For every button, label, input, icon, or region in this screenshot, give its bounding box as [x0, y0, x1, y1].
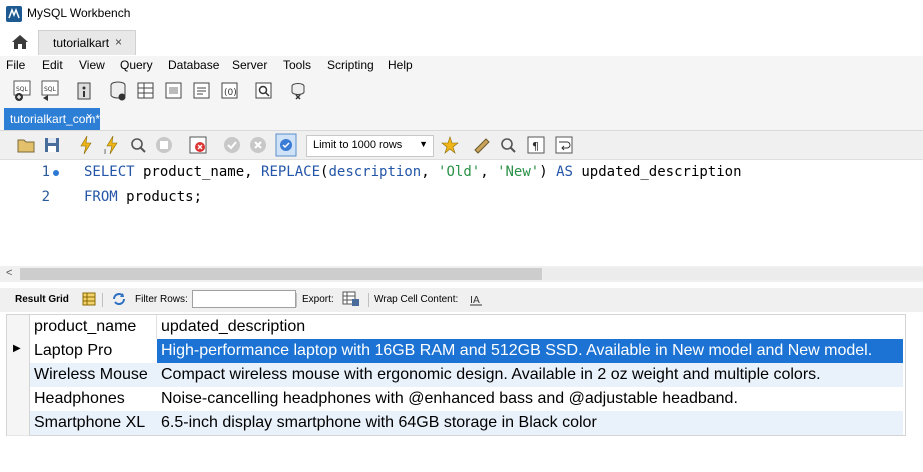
- filter-rows-label: Filter Rows:: [135, 294, 188, 305]
- main-toolbar: SQL SQL (0): [0, 76, 923, 106]
- scrollbar-track[interactable]: [542, 268, 923, 280]
- menu-query[interactable]: Query: [120, 58, 153, 72]
- home-icon[interactable]: [10, 33, 30, 51]
- wrap-cell-icon[interactable]: IA: [469, 292, 483, 306]
- connection-tab-label: tutorialkart: [53, 36, 110, 50]
- result-grid-tab[interactable]: Result Grid: [15, 294, 69, 305]
- execute-icon[interactable]: [76, 134, 96, 156]
- row-header[interactable]: [7, 411, 30, 436]
- connection-tab[interactable]: tutorialkart ×: [38, 30, 136, 55]
- autocommit-icon[interactable]: [275, 133, 297, 157]
- row-header[interactable]: ▶: [7, 339, 30, 364]
- row-header[interactable]: [7, 363, 30, 388]
- filter-rows-input[interactable]: [192, 290, 296, 308]
- window-title: MySQL Workbench: [27, 6, 131, 20]
- table-cell[interactable]: 6.5-inch display smartphone with 64GB st…: [157, 411, 903, 435]
- chevron-down-icon: ▼: [419, 139, 428, 149]
- commit-icon[interactable]: [222, 134, 242, 156]
- wrap-cell-label: Wrap Cell Content:: [374, 294, 459, 305]
- export-icon[interactable]: [342, 291, 360, 307]
- row-header[interactable]: [7, 387, 30, 412]
- invisible-chars-icon[interactable]: ¶: [526, 134, 546, 156]
- table-icon[interactable]: [136, 80, 156, 102]
- editor-horizontal-scrollbar[interactable]: <: [0, 266, 923, 282]
- table-cell-selected[interactable]: High-performance laptop with 16GB RAM an…: [157, 339, 903, 363]
- close-icon[interactable]: ×: [115, 35, 122, 49]
- line-number: 1: [41, 164, 50, 180]
- menu-file[interactable]: File: [6, 58, 25, 72]
- table-cell[interactable]: Laptop Pro: [30, 339, 157, 363]
- open-sql-icon[interactable]: SQL: [40, 80, 60, 102]
- table-cell[interactable]: Compact wireless mouse with ergonomic de…: [157, 363, 903, 387]
- sql-toolbar: I ¶: [0, 131, 923, 160]
- export-label: Export:: [302, 294, 334, 305]
- statement-marker-icon: [53, 170, 59, 176]
- menu-edit[interactable]: Edit: [42, 58, 63, 72]
- new-sql-icon[interactable]: SQL: [12, 80, 32, 102]
- refresh-icon[interactable]: [111, 292, 127, 306]
- rollback-icon[interactable]: [248, 134, 268, 156]
- table-cell[interactable]: Noise-cancelling headphones with @enhanc…: [157, 387, 903, 411]
- column-header-product-name[interactable]: product_name: [30, 315, 157, 339]
- close-icon[interactable]: ×: [86, 111, 92, 123]
- stop-icon[interactable]: [154, 134, 174, 156]
- result-toolbar: Result Grid Filter Rows: Export: Wrap Ce…: [0, 288, 923, 312]
- bookmark-icon[interactable]: [440, 134, 460, 156]
- current-row-icon: ▶: [13, 343, 21, 354]
- explain-icon[interactable]: [128, 134, 148, 156]
- folder-icon[interactable]: [16, 134, 36, 156]
- table-cell[interactable]: Wireless Mouse: [30, 363, 157, 387]
- menu-help[interactable]: Help: [388, 58, 413, 72]
- workbench-icon: [6, 6, 22, 22]
- menu-bar: File Edit View Query Database Server Too…: [0, 56, 923, 76]
- menu-tools[interactable]: Tools: [283, 58, 311, 72]
- procedure-icon[interactable]: [192, 80, 212, 102]
- reconnect-icon[interactable]: [288, 80, 308, 102]
- code-line-2: FROM products;: [84, 189, 203, 205]
- save-icon[interactable]: [42, 134, 62, 156]
- find-icon[interactable]: [498, 134, 518, 156]
- result-grid[interactable]: product_name updated_description ▶ Lapto…: [6, 314, 906, 436]
- scrollbar-thumb[interactable]: [20, 268, 542, 280]
- wrap-icon[interactable]: [554, 134, 574, 156]
- limit-rows-select[interactable]: Limit to 1000 rows ▼: [306, 135, 434, 157]
- menu-server[interactable]: Server: [232, 58, 267, 72]
- scroll-left-icon[interactable]: <: [6, 267, 12, 279]
- info-icon[interactable]: [74, 80, 94, 102]
- svg-text:(0): (0): [224, 88, 237, 98]
- grid-icon[interactable]: [82, 292, 96, 306]
- line-number: 2: [41, 189, 50, 205]
- sql-tab-strip: [0, 106, 923, 131]
- svg-text:IA: IA: [470, 295, 480, 306]
- function-icon[interactable]: (0): [220, 80, 240, 102]
- toggle-icon[interactable]: [188, 134, 208, 156]
- limit-rows-value: Limit to 1000 rows: [313, 139, 403, 151]
- row-header: [7, 315, 30, 340]
- code-line-1: SELECT product_name, REPLACE(description…: [84, 164, 742, 180]
- svg-text:¶: ¶: [532, 140, 539, 153]
- sql-editor[interactable]: 1 SELECT product_name, REPLACE(descripti…: [0, 160, 923, 266]
- table-cell[interactable]: Headphones: [30, 387, 157, 411]
- view-icon[interactable]: [164, 80, 184, 102]
- db-icon[interactable]: [108, 80, 128, 102]
- menu-view[interactable]: View: [79, 58, 105, 72]
- brush-icon[interactable]: [472, 134, 492, 156]
- title-bar: MySQL Workbench: [0, 0, 923, 28]
- svg-text:SQL: SQL: [44, 86, 57, 93]
- connection-tab-strip: [0, 28, 923, 56]
- svg-text:I: I: [104, 148, 106, 156]
- execute-current-icon[interactable]: I: [102, 134, 122, 156]
- menu-scripting[interactable]: Scripting: [327, 58, 374, 72]
- column-header-updated-description[interactable]: updated_description: [157, 315, 903, 339]
- search-icon[interactable]: [254, 80, 274, 102]
- menu-database[interactable]: Database: [168, 58, 219, 72]
- sql-editor-tab[interactable]: tutorialkart_com* ×: [4, 108, 100, 130]
- svg-text:SQL: SQL: [16, 86, 29, 93]
- table-cell[interactable]: Smartphone XL: [30, 411, 157, 435]
